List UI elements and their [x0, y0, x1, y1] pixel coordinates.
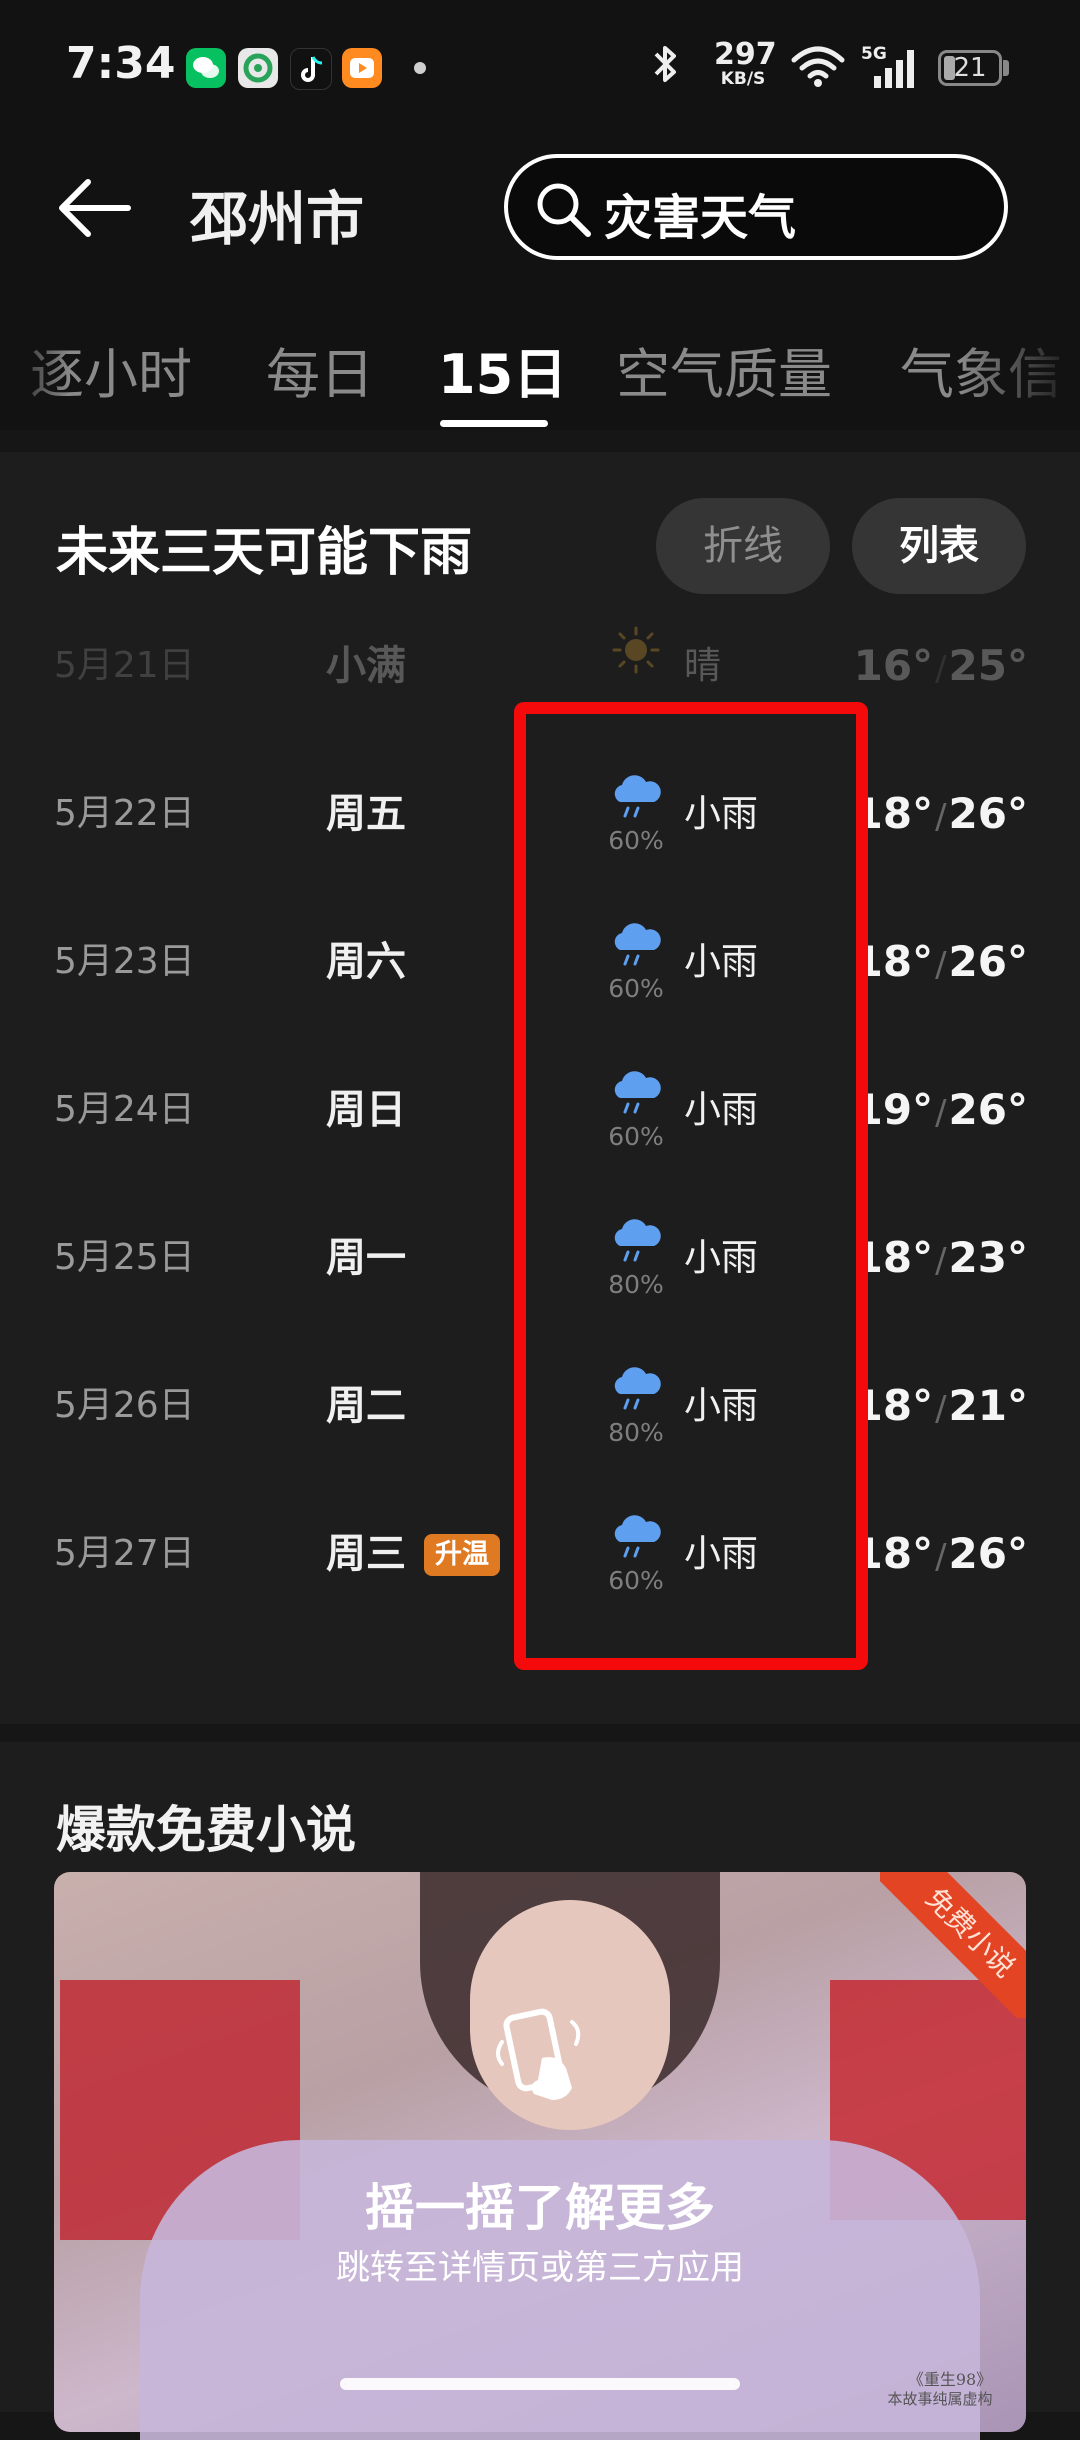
forecast-date: 5月24日 — [54, 1089, 195, 1130]
city-title: 邳州市 — [190, 185, 365, 253]
status-time: 7:34 — [66, 38, 176, 89]
search-icon — [532, 178, 594, 240]
temp-high: 23° — [948, 1233, 1028, 1282]
temp-high: 26° — [948, 1529, 1028, 1578]
notification-dot — [414, 62, 426, 74]
battery-cap — [1003, 60, 1009, 76]
forecast-weekday: 周五 — [326, 791, 406, 837]
temp-high: 26° — [948, 789, 1028, 838]
list-view-button[interactable]: 列表 — [852, 498, 1026, 594]
video-app-icon — [342, 48, 382, 88]
temp-high: 25° — [948, 641, 1028, 690]
forecast-temp: 18°/26° — [853, 789, 1028, 838]
network-speed-value: 297 — [714, 37, 777, 72]
forecast-weekday: 周一 — [326, 1235, 406, 1281]
forecast-temp: 16°/25° — [853, 641, 1028, 690]
forecast-date: 5月26日 — [54, 1385, 195, 1426]
forecast-date: 5月22日 — [54, 793, 195, 834]
tabs-fade-left — [0, 320, 70, 410]
home-indicator[interactable] — [340, 2378, 740, 2390]
forecast-temp: 18°/26° — [853, 1529, 1028, 1578]
temp-high: 26° — [948, 1085, 1028, 1134]
sun-icon — [606, 622, 666, 678]
tab-daily[interactable]: 每日 — [266, 330, 374, 409]
forecast-weekday: 周六 — [326, 939, 406, 985]
forecast-temp: 19°/26° — [853, 1085, 1028, 1134]
bluetooth-icon — [648, 42, 682, 96]
battery-percent: 21 — [953, 53, 987, 83]
cellular-signal-icon: 5G — [860, 42, 920, 90]
ad-section-title: 爆款免费小说 — [56, 1801, 356, 1859]
tabs-fade-right — [960, 320, 1080, 410]
back-arrow-icon[interactable] — [56, 170, 132, 246]
signal-label: 5G — [861, 44, 887, 64]
forecast-temp: 18°/21° — [853, 1381, 1028, 1430]
wifi-icon — [790, 44, 846, 88]
network-speed: 297 KB/S — [714, 37, 777, 89]
active-tab-indicator — [440, 420, 548, 427]
browser-icon — [238, 48, 278, 88]
rain-highlight-box — [514, 702, 868, 1670]
shake-phone-icon — [484, 2000, 596, 2112]
shake-prompt-subtitle: 跳转至详情页或第三方应用 — [336, 2248, 744, 2288]
forecast-weekday: 周二 — [326, 1383, 406, 1429]
forecast-weekday: 周三 — [326, 1531, 406, 1577]
line-view-button[interactable]: 折线 — [656, 498, 830, 594]
ad-footnote-title: 《重生98》 — [907, 2370, 993, 2389]
network-speed-unit: KB/S — [720, 69, 766, 89]
forecast-title: 未来三天可能下雨 — [56, 523, 473, 583]
tiktok-icon — [290, 48, 332, 90]
forecast-date: 5月25日 — [54, 1237, 195, 1278]
forecast-date: 5月21日 — [54, 645, 195, 686]
battery-icon: 21 — [938, 50, 1002, 86]
shake-prompt-title: 摇一摇了解更多 — [365, 2179, 715, 2237]
tab-15-day[interactable]: 15日 — [438, 330, 567, 409]
ad-corner-label: 免费小说 — [880, 1872, 1026, 2018]
tab-air-quality[interactable]: 空气质量 — [616, 330, 832, 409]
temp-low: 16° — [853, 641, 934, 690]
temp-high: 26° — [948, 937, 1028, 986]
warming-badge: 升温 — [424, 1534, 500, 1576]
forecast-weekday: 小满 — [326, 643, 406, 689]
forecast-temp: 18°/26° — [853, 937, 1028, 986]
forecast-date: 5月27日 — [54, 1533, 195, 1574]
wechat-icon — [186, 48, 226, 88]
ad-corner-ribbon: 免费小说 — [880, 1872, 1026, 2018]
temp-high: 21° — [948, 1381, 1028, 1430]
ad-footnote-disclaimer: 本故事纯属虚构 — [887, 2390, 993, 2408]
forecast-temp: 18°/23° — [853, 1233, 1028, 1282]
search-input-text[interactable]: 灾害天气 — [604, 178, 796, 248]
forecast-date: 5月23日 — [54, 941, 195, 982]
forecast-weekday: 周日 — [326, 1087, 406, 1133]
